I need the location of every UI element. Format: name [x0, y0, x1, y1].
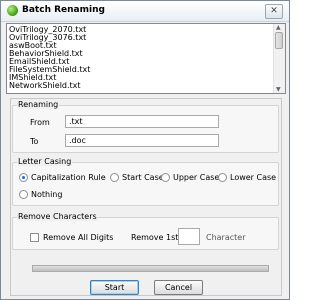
remove-characters-group: Remove Characters Remove All Digits Remo… [12, 212, 279, 250]
character-label: Character [206, 233, 246, 242]
list-item[interactable]: NetworkShield.txt [9, 81, 81, 90]
window-title: Batch Renaming [22, 5, 105, 15]
remove-first-input[interactable] [178, 228, 200, 245]
upper-case-label[interactable]: Upper Case [173, 173, 219, 182]
title-bar: Batch Renaming ✕ [1, 1, 289, 22]
start-case-label[interactable]: Start Case [122, 173, 164, 182]
app-icon [7, 5, 18, 16]
remove-all-digits-checkbox[interactable] [30, 233, 39, 242]
start-button[interactable]: Start [90, 280, 139, 295]
renaming-group-title: Renaming [17, 100, 60, 109]
scroll-down-icon[interactable]: ▼ [276, 86, 281, 93]
progress-bar [32, 265, 269, 272]
to-input[interactable] [65, 134, 219, 147]
capitalization-rule-label[interactable]: Capitalization Rule [31, 173, 106, 182]
close-button[interactable]: ✕ [265, 4, 283, 19]
scroll-thumb[interactable] [275, 32, 283, 49]
to-label: To [30, 137, 39, 146]
file-list[interactable]: OviTrilogy_2070.txt OviTrilogy_3076.txt … [6, 23, 286, 94]
from-input[interactable] [65, 115, 219, 128]
radio-capitalization-rule[interactable] [19, 173, 28, 182]
letter-casing-group: Letter Casing Capitalization Rule Start … [12, 157, 279, 206]
from-label: From [30, 118, 50, 127]
remove-characters-group-title: Remove Characters [17, 212, 98, 221]
batch-renaming-window: Batch Renaming ✕ OviTrilogy_2070.txt Ovi… [0, 0, 290, 300]
renaming-group: Renaming From To [12, 100, 279, 153]
radio-start-case[interactable] [110, 173, 119, 182]
nothing-label[interactable]: Nothing [31, 190, 62, 199]
vertical-scrollbar[interactable]: ▲ ▼ [273, 24, 285, 93]
letter-casing-group-title: Letter Casing [17, 157, 73, 166]
scroll-up-icon[interactable]: ▲ [276, 24, 281, 31]
radio-upper-case[interactable] [161, 173, 170, 182]
radio-lower-case[interactable] [218, 173, 227, 182]
cancel-button[interactable]: Cancel [154, 280, 203, 295]
radio-nothing[interactable] [19, 190, 28, 199]
remove-all-digits-label[interactable]: Remove All Digits [43, 233, 113, 242]
remove-first-label: Remove 1st [131, 233, 179, 242]
lower-case-label[interactable]: Lower Case [230, 173, 276, 182]
